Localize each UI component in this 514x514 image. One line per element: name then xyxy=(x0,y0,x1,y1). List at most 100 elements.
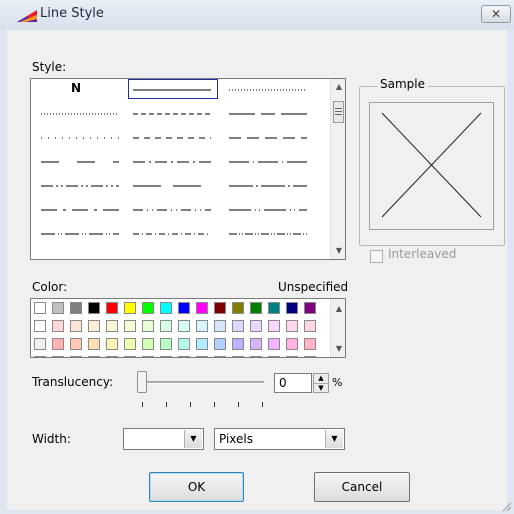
style-option-dash-mix[interactable] xyxy=(225,224,313,242)
style-option-dash-dot-sp[interactable] xyxy=(129,200,217,218)
style-list[interactable]: N ▲ ▼ xyxy=(30,78,346,260)
color-scrollbar[interactable]: ▲ ▼ xyxy=(330,299,345,357)
spin-up-icon[interactable]: ▲ xyxy=(314,374,328,384)
color-swatch[interactable] xyxy=(88,356,100,357)
color-swatch[interactable] xyxy=(232,338,244,350)
color-swatch[interactable] xyxy=(124,302,136,314)
color-swatch[interactable] xyxy=(178,320,190,332)
color-swatch[interactable] xyxy=(250,302,262,314)
scroll-up-icon[interactable]: ▲ xyxy=(331,301,345,317)
color-swatch[interactable] xyxy=(268,302,280,314)
color-swatch[interactable] xyxy=(196,302,208,314)
color-swatch[interactable] xyxy=(34,302,46,314)
color-swatch[interactable] xyxy=(88,320,100,332)
color-swatch[interactable] xyxy=(70,320,82,332)
style-option-dash-dotdot[interactable] xyxy=(37,224,125,242)
color-swatch[interactable] xyxy=(142,320,154,332)
color-swatch[interactable] xyxy=(70,338,82,350)
chevron-down-icon[interactable]: ▼ xyxy=(325,430,343,448)
translucency-slider-track[interactable] xyxy=(146,381,264,384)
close-button[interactable]: ✕ xyxy=(481,5,511,23)
color-swatch[interactable] xyxy=(70,302,82,314)
cancel-button[interactable]: Cancel xyxy=(314,472,410,502)
color-swatch[interactable] xyxy=(106,320,118,332)
color-swatch[interactable] xyxy=(304,356,316,357)
style-option-long-dash2[interactable] xyxy=(225,176,313,194)
color-swatch[interactable] xyxy=(304,302,316,314)
color-swatch[interactable] xyxy=(124,320,136,332)
style-option-long-gap[interactable] xyxy=(225,200,313,218)
color-swatch[interactable] xyxy=(88,338,100,350)
scroll-thumb[interactable] xyxy=(333,101,344,123)
translucency-input[interactable]: 0 xyxy=(274,373,312,393)
ok-button[interactable]: OK xyxy=(149,472,244,502)
style-option-dot[interactable] xyxy=(225,80,313,98)
color-swatch[interactable] xyxy=(178,356,190,357)
color-swatch[interactable] xyxy=(268,356,280,357)
color-swatch[interactable] xyxy=(214,302,226,314)
translucency-spinner[interactable]: ▲ ▼ xyxy=(313,373,329,393)
color-swatch[interactable] xyxy=(196,338,208,350)
color-swatch[interactable] xyxy=(214,338,226,350)
color-swatch[interactable] xyxy=(196,356,208,357)
color-swatch[interactable] xyxy=(106,338,118,350)
style-option-dot-dash-mix[interactable] xyxy=(129,224,217,242)
color-swatch[interactable] xyxy=(160,356,172,357)
interleaved-checkbox[interactable] xyxy=(370,250,383,263)
color-swatch[interactable] xyxy=(286,320,298,332)
style-option-med-dash[interactable] xyxy=(129,128,217,146)
style-option-short-dash[interactable] xyxy=(129,104,217,122)
color-swatch[interactable] xyxy=(304,320,316,332)
style-option-wide-gap[interactable] xyxy=(37,152,125,170)
color-swatch[interactable] xyxy=(160,338,172,350)
color-swatch[interactable] xyxy=(286,338,298,350)
style-option-sparse-dot[interactable] xyxy=(37,128,125,146)
color-swatch[interactable] xyxy=(124,356,136,357)
style-option-long-dot[interactable] xyxy=(225,152,313,170)
color-swatch[interactable] xyxy=(106,356,118,357)
color-swatch[interactable] xyxy=(286,356,298,357)
translucency-slider-thumb[interactable] xyxy=(137,371,147,393)
style-option-dash-space[interactable] xyxy=(37,200,125,218)
style-option-dense-dot[interactable] xyxy=(37,104,125,122)
style-option-dash-dot[interactable] xyxy=(129,152,217,170)
color-swatch[interactable] xyxy=(142,356,154,357)
style-option-long-short[interactable] xyxy=(225,104,313,122)
color-swatch[interactable] xyxy=(286,302,298,314)
color-swatch[interactable] xyxy=(52,302,64,314)
color-swatch[interactable] xyxy=(70,356,82,357)
style-option-long-dash[interactable] xyxy=(225,128,313,146)
color-swatch[interactable] xyxy=(214,320,226,332)
color-swatch[interactable] xyxy=(178,302,190,314)
color-swatch[interactable] xyxy=(160,320,172,332)
style-option-solid[interactable] xyxy=(128,79,218,99)
spin-down-icon[interactable]: ▼ xyxy=(314,384,328,393)
style-scrollbar[interactable]: ▲ ▼ xyxy=(330,79,345,259)
resize-grip-icon[interactable] xyxy=(500,500,512,512)
color-swatch[interactable] xyxy=(268,320,280,332)
color-swatch[interactable] xyxy=(232,320,244,332)
color-swatch[interactable] xyxy=(178,338,190,350)
width-unit-select[interactable]: Pixels ▼ xyxy=(214,428,345,450)
color-swatch[interactable] xyxy=(88,302,100,314)
color-swatch[interactable] xyxy=(214,356,226,357)
style-option-dash-dot-dot[interactable] xyxy=(37,176,125,194)
scroll-down-icon[interactable]: ▼ xyxy=(331,243,345,259)
color-palette[interactable]: ▲ ▼ xyxy=(30,298,346,358)
color-swatch[interactable] xyxy=(160,302,172,314)
style-option-long-dot2[interactable] xyxy=(129,176,217,194)
color-swatch[interactable] xyxy=(250,338,262,350)
color-swatch[interactable] xyxy=(52,356,64,357)
color-swatch[interactable] xyxy=(52,320,64,332)
chevron-down-icon[interactable]: ▼ xyxy=(184,430,202,448)
style-option-none[interactable]: N xyxy=(37,80,125,98)
color-swatch[interactable] xyxy=(52,338,64,350)
scroll-down-icon[interactable]: ▼ xyxy=(331,341,345,357)
width-select[interactable]: ▼ xyxy=(123,428,204,450)
color-swatch[interactable] xyxy=(142,338,154,350)
color-swatch[interactable] xyxy=(34,320,46,332)
color-swatch[interactable] xyxy=(106,302,118,314)
color-swatch[interactable] xyxy=(304,338,316,350)
color-swatch[interactable] xyxy=(250,320,262,332)
color-swatch[interactable] xyxy=(196,320,208,332)
